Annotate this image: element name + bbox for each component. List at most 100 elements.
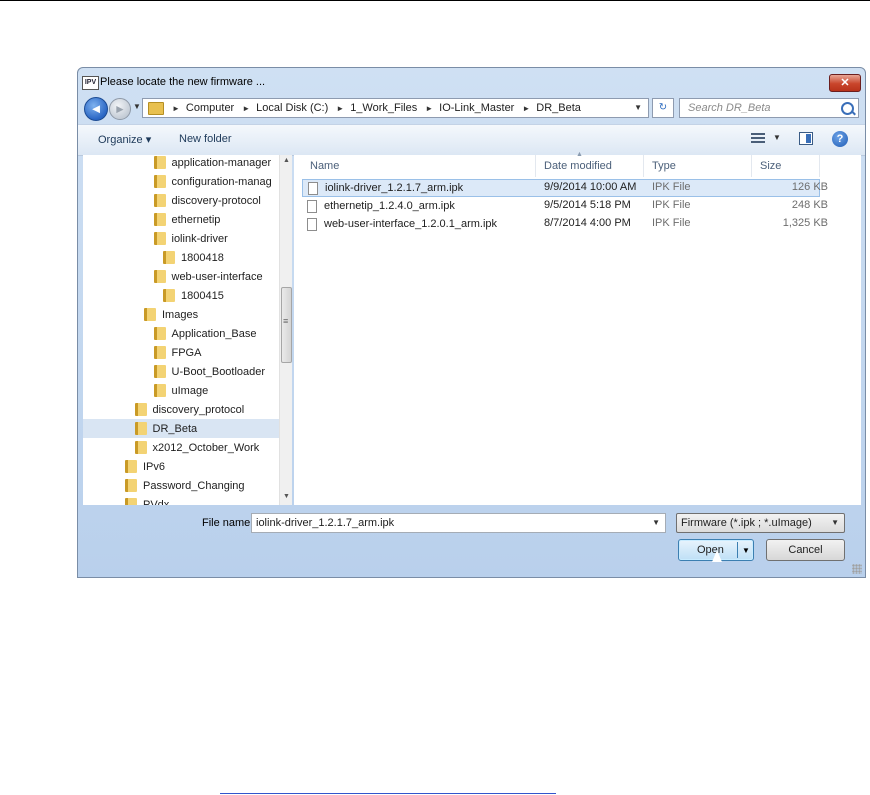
breadcrumb-computer[interactable]: Computer xyxy=(186,102,234,114)
filter-dropdown-icon[interactable]: ▼ xyxy=(831,518,839,527)
column-header-type[interactable]: Type xyxy=(644,155,752,177)
view-chevron-icon[interactable]: ▼ xyxy=(773,133,781,142)
column-header-date[interactable]: Date modified xyxy=(536,155,644,177)
tree-item-label: DR_Beta xyxy=(152,422,198,435)
folder-icon xyxy=(153,175,166,188)
navigation-scrollbar[interactable]: ▲ ▼ xyxy=(279,155,292,505)
breadcrumb-chevron-icon[interactable]: ► xyxy=(242,104,250,113)
file-name-input[interactable]: iolink-driver_1.2.1.7_arm.ipk ▼ xyxy=(251,513,666,533)
new-folder-button[interactable]: New folder xyxy=(179,133,232,145)
folder-icon xyxy=(134,403,147,416)
file-type-value: Firmware (*.ipk ; *.uImage) xyxy=(681,517,812,529)
refresh-icon[interactable]: ↻ xyxy=(652,98,674,118)
app-icon: IPV xyxy=(82,76,99,90)
tree-item[interactable]: DR_Beta xyxy=(83,419,279,438)
tree-item[interactable]: IPv6 xyxy=(83,457,279,476)
folder-icon xyxy=(153,270,166,283)
tree-item-label: 1800415 xyxy=(181,289,224,302)
tree-item[interactable]: U-Boot_Bootloader xyxy=(83,362,279,381)
tree-item[interactable]: application-manager xyxy=(83,155,279,172)
folder-icon xyxy=(153,232,166,245)
folder-icon xyxy=(153,156,166,169)
organize-button[interactable]: Organize ▾ xyxy=(98,133,151,146)
tree-item[interactable]: 1800418 xyxy=(83,248,279,267)
tree-item-label: 1800418 xyxy=(181,251,224,264)
scroll-down-icon[interactable]: ▼ xyxy=(283,493,290,500)
breadcrumb-chevron-icon[interactable]: ► xyxy=(522,104,530,113)
tree-item[interactable]: uImage xyxy=(83,381,279,400)
folder-icon xyxy=(125,479,137,492)
folder-icon xyxy=(153,213,166,226)
file-name-label: File name: xyxy=(202,517,254,529)
column-header-size[interactable]: Size xyxy=(752,155,820,177)
folder-icon xyxy=(134,441,147,454)
link-underline xyxy=(220,793,556,794)
open-dropdown-icon[interactable]: ▼ xyxy=(742,546,750,555)
tree-item[interactable]: web-user-interface xyxy=(83,267,279,286)
search-placeholder: Search DR_Beta xyxy=(688,102,771,114)
command-toolbar: Organize ▾ New folder ▼ ? xyxy=(78,124,865,156)
tree-item-label: FPGA xyxy=(171,346,202,359)
tree-item[interactable]: iolink-driver xyxy=(83,229,279,248)
tree-item[interactable]: Password_Changing xyxy=(83,476,279,495)
tree-item-label: uImage xyxy=(171,384,209,397)
file-type: IPK File xyxy=(652,199,691,211)
search-input[interactable]: Search DR_Beta xyxy=(679,98,859,118)
tree-item-label: Application_Base xyxy=(171,327,257,340)
back-arrow-icon[interactable]: ◄ xyxy=(84,97,108,121)
folder-icon xyxy=(163,289,175,302)
address-dropdown-icon[interactable]: ▼ xyxy=(634,103,642,112)
folder-icon xyxy=(163,251,175,264)
scrollbar-thumb[interactable] xyxy=(281,287,292,363)
tree-item[interactable]: ethernetip xyxy=(83,210,279,229)
file-type: IPK File xyxy=(652,217,691,229)
tree-item[interactable]: x2012_October_Work xyxy=(83,438,279,457)
search-icon[interactable] xyxy=(841,102,854,115)
folder-icon xyxy=(134,422,147,435)
tree-item[interactable]: FPGA xyxy=(83,343,279,362)
file-date: 8/7/2014 4:00 PM xyxy=(544,217,631,229)
folder-icon xyxy=(153,365,166,378)
tree-item-label: x2012_October_Work xyxy=(152,441,260,454)
breadcrumb-work-files[interactable]: 1_Work_Files xyxy=(350,102,417,114)
file-size: 126 KB xyxy=(791,181,828,193)
breadcrumb-chevron-icon[interactable]: ► xyxy=(425,104,433,113)
breadcrumb-io-link-master[interactable]: IO-Link_Master xyxy=(439,102,514,114)
folder-icon xyxy=(153,346,166,359)
address-bar[interactable]: ► Computer ► Local Disk (C:) ► 1_Work_Fi… xyxy=(142,98,649,118)
cancel-button[interactable]: Cancel xyxy=(766,539,845,561)
resize-grip-icon[interactable] xyxy=(852,564,862,574)
tree-item-label: ethernetip xyxy=(171,213,221,226)
view-options-icon[interactable] xyxy=(751,133,765,145)
file-name-value: iolink-driver_1.2.1.7_arm.ipk xyxy=(256,517,395,529)
file-date: 9/5/2014 5:18 PM xyxy=(544,199,631,211)
tree-item[interactable]: discovery_protocol xyxy=(83,400,279,419)
tree-item-label: iolink-driver xyxy=(171,232,228,245)
tree-item[interactable]: PVdx xyxy=(83,495,279,505)
navigation-pane: application-manager configuration-manag di… xyxy=(83,155,292,505)
breadcrumb-chevron-icon[interactable]: ► xyxy=(172,104,180,113)
tree-item[interactable]: configuration-manag xyxy=(83,172,279,191)
tree-item-label: discovery_protocol xyxy=(152,403,245,416)
breadcrumb-chevron-icon[interactable]: ► xyxy=(336,104,344,113)
mouse-cursor-icon xyxy=(712,550,722,562)
tree-item[interactable]: Application_Base xyxy=(83,324,279,343)
breadcrumb-local-disk[interactable]: Local Disk (C:) xyxy=(256,102,328,114)
column-header-name[interactable]: Name xyxy=(302,155,536,177)
tree-item[interactable]: discovery-protocol xyxy=(83,191,279,210)
folder-icon xyxy=(148,101,164,115)
forward-arrow-icon[interactable]: ► xyxy=(109,98,131,120)
file-name-dropdown-icon[interactable]: ▼ xyxy=(652,518,660,527)
tree-item-label: Images xyxy=(162,308,199,321)
tree-item[interactable]: 1800415 xyxy=(83,286,279,305)
file-date: 9/9/2014 10:00 AM xyxy=(544,181,637,193)
breadcrumb-dr-beta[interactable]: DR_Beta xyxy=(536,102,581,114)
history-chevron-icon[interactable]: ▼ xyxy=(133,102,141,111)
file-type-filter[interactable]: Firmware (*.ipk ; *.uImage) ▼ xyxy=(676,513,845,533)
preview-pane-icon[interactable] xyxy=(799,132,813,145)
help-icon[interactable]: ? xyxy=(832,131,848,147)
tree-item[interactable]: Images xyxy=(83,305,279,324)
close-button[interactable]: ✕ xyxy=(829,74,861,92)
scroll-up-icon[interactable]: ▲ xyxy=(283,157,290,164)
folder-icon xyxy=(153,327,166,340)
